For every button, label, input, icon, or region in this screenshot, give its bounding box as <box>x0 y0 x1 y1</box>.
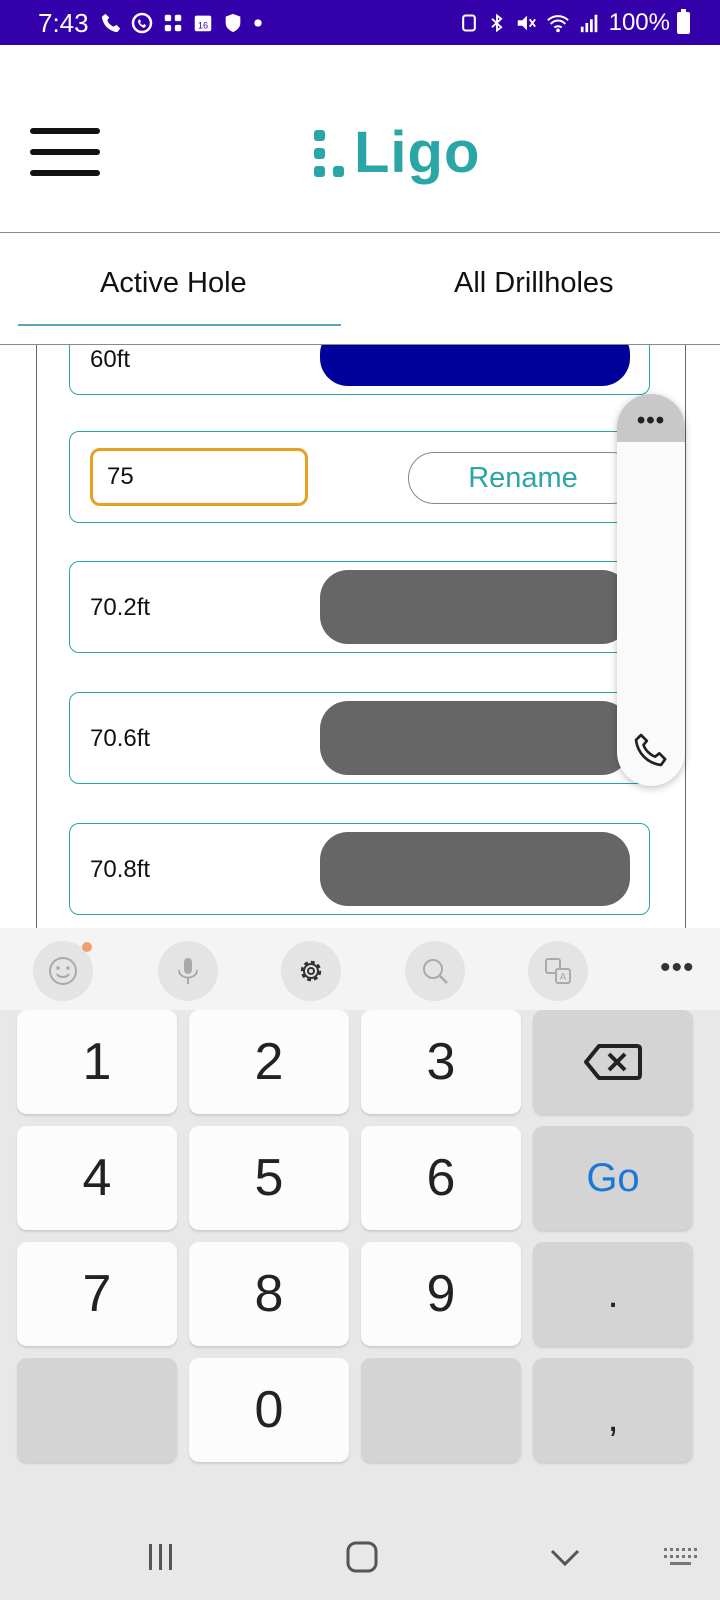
mute-icon <box>517 15 536 31</box>
search-button[interactable] <box>405 941 465 1001</box>
status-time: 7:43 <box>38 8 89 38</box>
system-nav-bar <box>0 1500 720 1600</box>
backspace-key[interactable] <box>533 1010 693 1114</box>
app-header: Ligo <box>0 45 720 233</box>
more-icon[interactable]: ••• <box>660 953 695 983</box>
dot-icon <box>254 19 262 27</box>
translate-button[interactable]: A <box>528 941 588 1001</box>
depth-bar[interactable] <box>320 345 630 386</box>
panel-handle[interactable]: ••• <box>617 394 685 442</box>
wifi-icon <box>546 15 569 33</box>
list-item[interactable]: 60ft <box>69 345 650 395</box>
list-item[interactable]: 70.8ft <box>69 823 650 915</box>
status-bar: 7:43 16 100% <box>0 0 720 45</box>
search-icon <box>423 959 448 984</box>
key-5[interactable]: 5 <box>189 1126 349 1230</box>
battery-percentage: 100% <box>608 9 670 36</box>
tab-bar: Active Hole All Drillholes <box>0 233 720 345</box>
drillhole-list[interactable]: 60ft 75 Rename 70.2ft 70.6ft 70.8ft <box>0 345 720 928</box>
floating-call-panel[interactable]: ••• <box>617 394 685 786</box>
alarm-icon <box>461 14 476 32</box>
whatsapp-icon <box>131 12 153 34</box>
key-3[interactable]: 3 <box>361 1010 521 1114</box>
home-icon[interactable] <box>345 1540 379 1574</box>
key-0[interactable]: 0 <box>189 1358 349 1462</box>
period-key[interactable]: . <box>533 1242 693 1346</box>
list-item[interactable]: 70.2ft <box>69 561 650 653</box>
active-tab-indicator <box>18 324 341 326</box>
hamburger-menu-icon[interactable] <box>30 128 100 176</box>
depth-label: 70.2ft <box>90 594 151 621</box>
recents-icon[interactable] <box>146 1542 176 1572</box>
key-1[interactable]: 1 <box>17 1010 177 1114</box>
key-6[interactable]: 6 <box>361 1126 521 1230</box>
logo-mark <box>312 126 348 178</box>
svg-text:A: A <box>560 972 567 983</box>
blank-key-right <box>361 1358 521 1462</box>
go-key[interactable]: Go <box>533 1126 693 1230</box>
microphone-icon <box>178 958 198 984</box>
svg-text:16: 16 <box>198 21 208 31</box>
bluetooth-icon <box>490 13 503 33</box>
blank-key-left <box>17 1358 177 1462</box>
settings-button[interactable] <box>281 941 341 1001</box>
system-status-icons: 100% <box>459 9 670 37</box>
rename-row: 75 Rename <box>69 431 650 523</box>
depth-bar[interactable] <box>320 570 630 644</box>
back-icon[interactable] <box>548 1542 582 1572</box>
apps-icon <box>164 14 182 32</box>
depth-input[interactable]: 75 <box>90 448 308 506</box>
depth-label: 60ft <box>90 346 131 373</box>
depth-bar[interactable] <box>320 832 630 906</box>
signal-icon <box>580 14 597 33</box>
battery-icon <box>677 9 690 34</box>
rename-button[interactable]: Rename <box>408 452 638 504</box>
backspace-icon <box>584 1044 642 1080</box>
depth-bar[interactable] <box>320 701 630 775</box>
key-4[interactable]: 4 <box>17 1126 177 1230</box>
logo-text: Ligo <box>354 119 481 185</box>
comma-key[interactable]: , <box>533 1358 693 1462</box>
key-7[interactable]: 7 <box>17 1242 177 1346</box>
emoji-icon <box>49 957 77 985</box>
notification-dot <box>82 942 92 952</box>
keyboard-icon[interactable] <box>662 1546 698 1570</box>
settings-icon <box>300 960 322 982</box>
phone-icon[interactable] <box>631 730 671 770</box>
depth-label: 70.6ft <box>90 725 151 752</box>
notification-icons: 16 <box>100 9 264 37</box>
tab-active-hole[interactable]: Active Hole <box>100 267 247 300</box>
translate-icon: A <box>545 958 571 984</box>
calendar-icon: 16 <box>194 15 212 32</box>
depth-label: 70.8ft <box>90 856 151 883</box>
phone-status-icon <box>101 13 121 33</box>
tab-all-drillholes[interactable]: All Drillholes <box>454 267 614 300</box>
voice-input-button[interactable] <box>158 941 218 1001</box>
keyboard-toolbar: A ••• <box>0 928 720 1010</box>
key-9[interactable]: 9 <box>361 1242 521 1346</box>
key-8[interactable]: 8 <box>189 1242 349 1346</box>
ligo-logo: Ligo <box>312 117 480 187</box>
key-2[interactable]: 2 <box>189 1010 349 1114</box>
list-item[interactable]: 70.6ft <box>69 692 650 784</box>
more-icon[interactable]: ••• <box>617 409 685 433</box>
shield-icon <box>225 13 241 33</box>
